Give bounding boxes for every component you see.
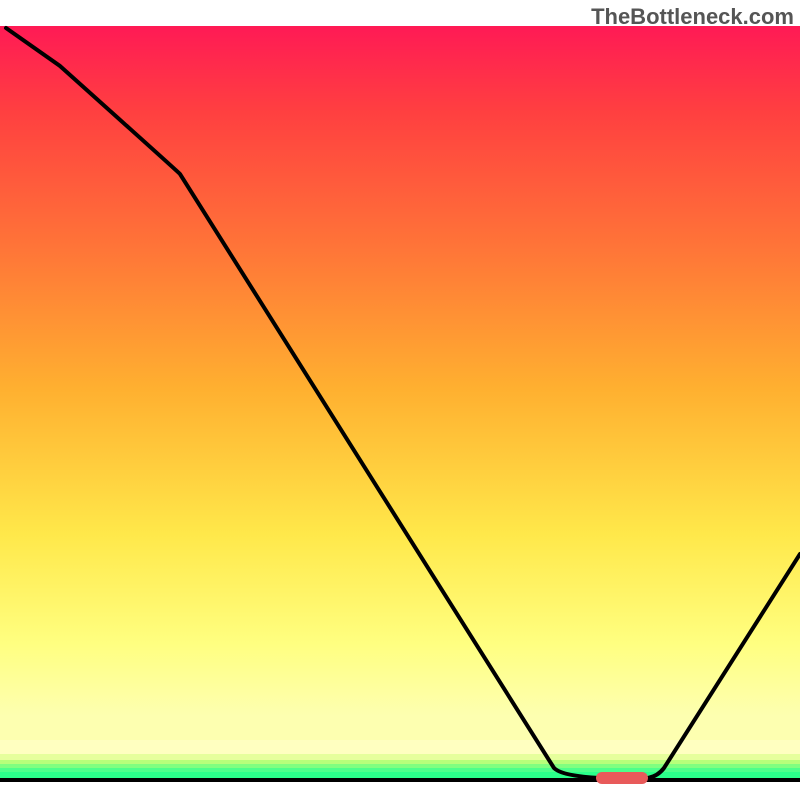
watermark-text: TheBottleneck.com [591,4,794,30]
bottleneck-curve-layer [0,0,800,800]
optimum-marker [596,772,648,784]
gradient-plot [0,0,800,800]
bottleneck-curve [6,28,800,778]
